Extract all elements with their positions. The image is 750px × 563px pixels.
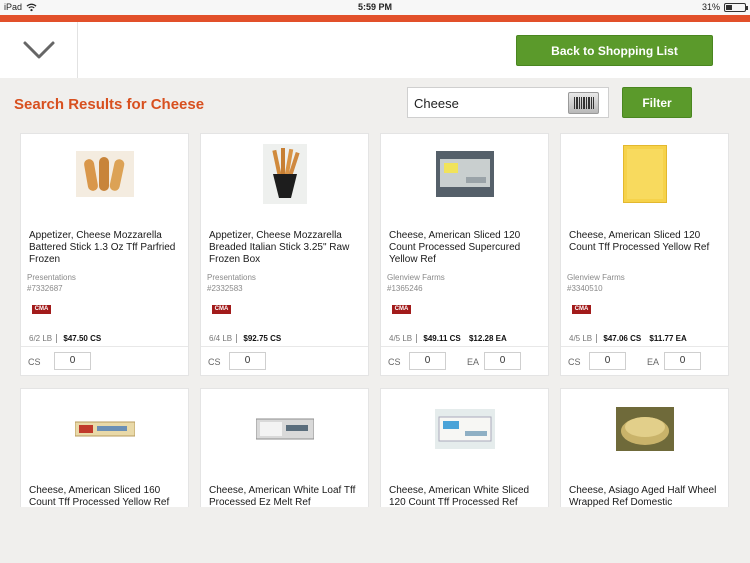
white-sliced-package-image	[434, 409, 495, 449]
product-brand: Presentations	[27, 273, 76, 282]
cma-badge: CMA	[212, 305, 231, 314]
brand-accent-bar	[0, 15, 750, 22]
yellow-cheese-slice-image	[622, 145, 667, 203]
cma-badge: CMA	[572, 305, 591, 314]
case-qty-input[interactable]: 0	[409, 352, 446, 370]
product-card[interactable]: Appetizer, Cheese Mozzarella Breaded Ita…	[200, 133, 369, 376]
quantity-row: CS 0 EA 0	[381, 346, 548, 376]
case-qty-label: CS	[568, 357, 581, 367]
product-image	[21, 399, 188, 459]
chevron-down-icon	[23, 41, 54, 59]
product-card[interactable]: Cheese, American Sliced 160 Count Tff Pr…	[20, 388, 189, 507]
barcode-scan-button[interactable]	[568, 92, 599, 114]
product-card[interactable]: Appetizer, Cheese Mozzarella Battered St…	[20, 133, 189, 376]
each-qty-value: 0	[679, 355, 686, 366]
product-card[interactable]: Cheese, Asiago Aged Half Wheel Wrapped R…	[560, 388, 729, 507]
product-card[interactable]: Cheese, American Sliced 120 Count Proces…	[380, 133, 549, 376]
product-number: #1365246	[387, 284, 423, 293]
case-qty-label: CS	[388, 357, 401, 367]
product-number: #3340510	[567, 284, 603, 293]
price-row: 6/4 LB $92.75 CS	[209, 334, 281, 343]
page-title: Search Results for Cheese	[14, 96, 205, 113]
each-qty-label: EA	[647, 357, 660, 367]
case-qty-label: CS	[28, 357, 41, 367]
product-brand: Glenview Farms	[567, 273, 625, 282]
product-image	[381, 144, 548, 204]
search-box	[407, 87, 609, 118]
quantity-row: CS 0	[201, 346, 368, 376]
case-qty-label: CS	[208, 357, 221, 367]
filter-button[interactable]: Filter	[622, 87, 692, 118]
product-image	[381, 399, 548, 459]
quantity-row: CS 0	[21, 346, 188, 376]
asiago-wheel-image	[615, 407, 674, 451]
product-name: Appetizer, Cheese Mozzarella Battered St…	[29, 230, 176, 265]
top-bar: Back to Shopping List	[0, 22, 750, 78]
white-loaf-package-image	[255, 418, 314, 440]
cheese-loaf-package-image	[74, 421, 135, 437]
case-qty-input[interactable]: 0	[54, 352, 91, 370]
product-image	[201, 399, 368, 459]
product-name: Cheese, American Sliced 160 Count Tff Pr…	[29, 485, 170, 507]
barcode-icon	[573, 97, 594, 109]
each-qty-value: 0	[499, 355, 506, 366]
case-qty-value: 0	[69, 355, 76, 366]
product-image	[201, 144, 368, 204]
mozzarella-sticks-image	[75, 151, 134, 197]
product-name: Cheese, American White Sliced 120 Count …	[389, 485, 530, 507]
product-name: Cheese, American Sliced 120 Count Proces…	[389, 230, 521, 265]
product-card[interactable]: Cheese, American White Sliced 120 Count …	[380, 388, 549, 507]
product-brand: Glenview Farms	[387, 273, 445, 282]
each-qty-label: EA	[467, 357, 480, 367]
pack-size: 6/4 LB	[209, 334, 238, 343]
case-price: $49.11 CS	[423, 334, 461, 343]
product-brand: Presentations	[207, 273, 256, 282]
product-card[interactable]: Cheese, American White Loaf Tff Processe…	[200, 388, 369, 507]
status-right: 31%	[701, 2, 748, 12]
case-price: $92.75 CS	[243, 334, 282, 343]
pack-size: 4/5 LB	[389, 334, 418, 343]
status-time: 5:59 PM	[357, 2, 392, 12]
case-qty-value: 0	[424, 355, 431, 366]
each-price: $11.77 EA	[649, 334, 687, 343]
product-image	[561, 399, 728, 459]
price-row: 4/5 LB $49.11 CS $12.28 EA	[389, 334, 507, 343]
case-qty-input[interactable]: 0	[229, 352, 266, 370]
collapse-button[interactable]	[0, 22, 78, 78]
product-card[interactable]: Cheese, American Sliced 120 Count Tff Pr…	[560, 133, 729, 376]
case-qty-value: 0	[604, 355, 611, 366]
pack-size: 4/5 LB	[569, 334, 598, 343]
product-name: Cheese, American Sliced 120 Count Tff Pr…	[569, 230, 710, 253]
product-name: Appetizer, Cheese Mozzarella Breaded Ita…	[209, 230, 350, 265]
pack-size: 6/2 LB	[29, 334, 58, 343]
case-price: $47.06 CS	[603, 334, 642, 343]
cma-badge: CMA	[32, 305, 51, 314]
price-row: 4/5 LB $47.06 CS $11.77 EA	[569, 334, 687, 343]
case-qty-value: 0	[244, 355, 251, 366]
each-qty-input[interactable]: 0	[664, 352, 701, 370]
product-name: Cheese, Asiago Aged Half Wheel Wrapped R…	[569, 485, 717, 507]
breaded-sticks-cup-image	[262, 144, 307, 204]
case-qty-input[interactable]: 0	[589, 352, 626, 370]
search-input[interactable]	[414, 93, 564, 113]
case-price: $47.50 CS	[63, 334, 102, 343]
status-bar: iPad 5:59 PM 31%	[0, 0, 750, 15]
product-grid: Appetizer, Cheese Mozzarella Battered St…	[20, 133, 730, 507]
each-price: $12.28 EA	[468, 334, 507, 343]
cheese-package-image	[435, 151, 494, 197]
battery-level	[726, 4, 732, 10]
battery-percent: 31%	[701, 2, 720, 12]
product-number: #2332583	[207, 284, 243, 293]
product-name: Cheese, American White Loaf Tff Processe…	[209, 485, 356, 507]
product-number: #7332687	[27, 284, 63, 293]
product-image	[21, 144, 188, 204]
back-to-shopping-list-button[interactable]: Back to Shopping List	[516, 35, 713, 66]
price-row: 6/2 LB $47.50 CS	[29, 334, 101, 343]
product-image	[561, 144, 728, 204]
cma-badge: CMA	[392, 305, 411, 314]
quantity-row: CS 0 EA 0	[561, 346, 728, 376]
battery-icon	[724, 2, 748, 12]
each-qty-input[interactable]: 0	[484, 352, 521, 370]
